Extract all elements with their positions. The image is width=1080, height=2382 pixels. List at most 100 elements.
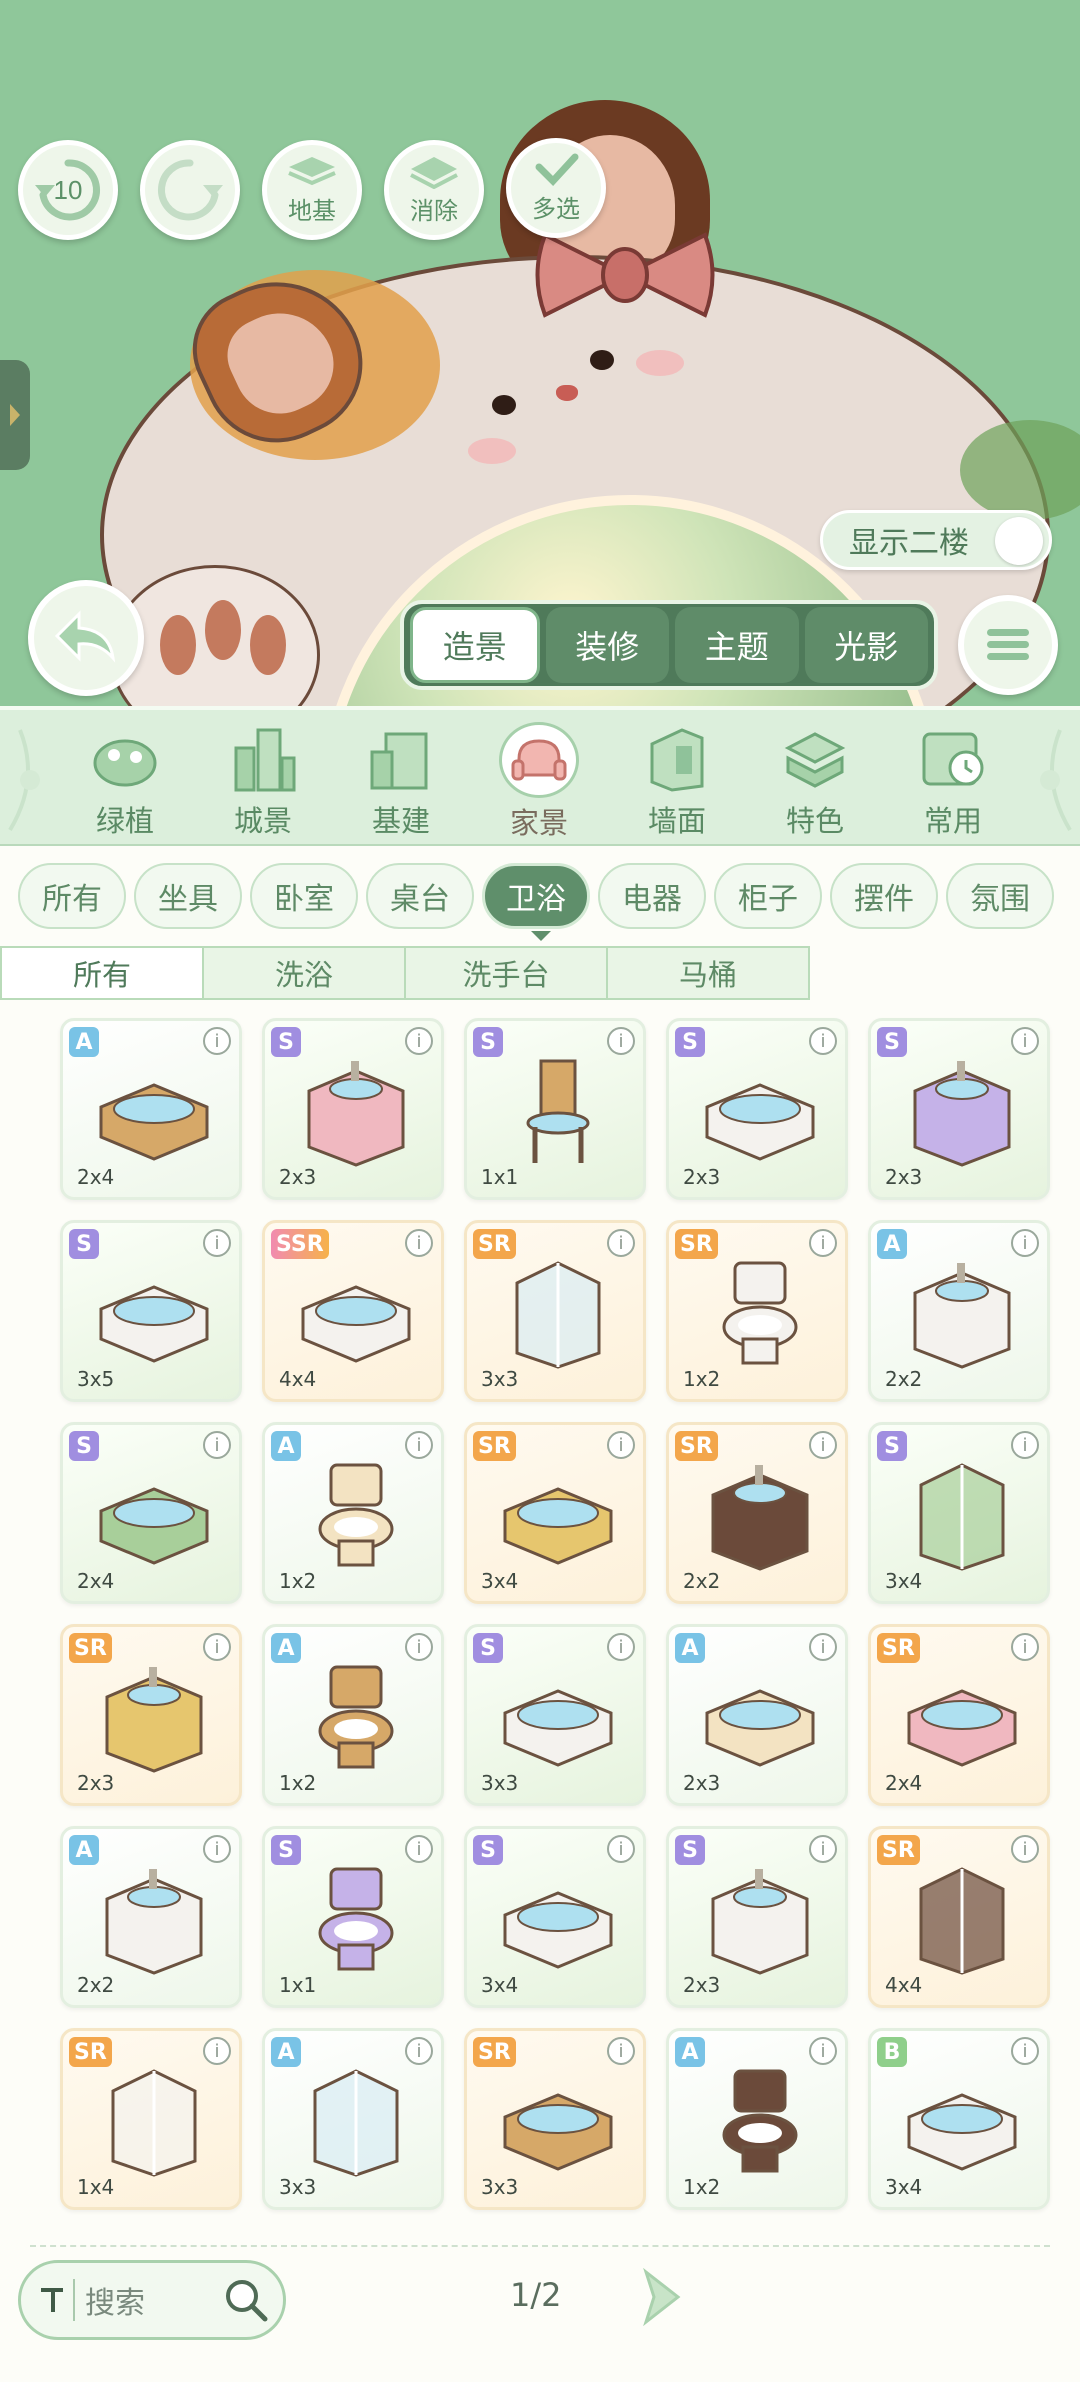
menu-button[interactable] — [958, 595, 1058, 695]
category-walls[interactable]: 墙面 — [622, 722, 732, 842]
mode-tab-theme[interactable]: 主题 — [675, 607, 799, 683]
filter-chip-bedroom[interactable]: 卧室 — [250, 863, 358, 929]
item-card[interactable]: Ai 2x2 — [868, 1220, 1050, 1402]
info-icon[interactable]: i — [1011, 1431, 1039, 1459]
search-input[interactable]: 搜索 — [85, 2278, 145, 2322]
mode-tab-decorate[interactable]: 装修 — [545, 607, 669, 683]
item-card[interactable]: Si 2x3 — [868, 1018, 1050, 1200]
back-button[interactable] — [28, 580, 144, 696]
filter-chip-bathroom[interactable]: 卫浴 — [482, 863, 590, 929]
item-card[interactable]: Si 1x1 — [262, 1826, 444, 2008]
item-card[interactable]: SSR i 4x4 — [262, 1220, 444, 1402]
search-icon[interactable] — [221, 2275, 271, 2325]
filter-chip-cabinets[interactable]: 柜子 — [714, 863, 822, 929]
info-icon[interactable]: i — [1011, 2037, 1039, 2065]
filter-chip-appliances[interactable]: 电器 — [598, 863, 706, 929]
info-icon[interactable]: i — [809, 2037, 837, 2065]
info-icon[interactable]: i — [405, 1633, 433, 1661]
info-icon[interactable]: i — [405, 1229, 433, 1257]
category-cityscape[interactable]: 城景 — [208, 722, 318, 842]
info-icon[interactable]: i — [203, 1835, 231, 1863]
item-card[interactable]: SR i 4x4 — [868, 1826, 1050, 2008]
info-icon[interactable]: i — [607, 1835, 635, 1863]
undo-button[interactable]: 10 — [18, 140, 118, 240]
info-icon[interactable]: i — [607, 2037, 635, 2065]
category-home[interactable]: 家景 — [484, 722, 594, 842]
item-card[interactable]: Ai 1x2 — [262, 1422, 444, 1604]
info-icon[interactable]: i — [607, 1027, 635, 1055]
category-plants[interactable]: 绿植 — [70, 722, 180, 842]
info-icon[interactable]: i — [809, 1027, 837, 1055]
item-card[interactable]: Si 3x5 — [60, 1220, 242, 1402]
info-icon[interactable]: i — [203, 1229, 231, 1257]
info-icon[interactable]: i — [405, 1027, 433, 1055]
item-card[interactable]: Si 3x4 — [868, 1422, 1050, 1604]
item-card[interactable]: Si 1x1 — [464, 1018, 646, 1200]
info-icon[interactable]: i — [809, 1229, 837, 1257]
info-icon[interactable]: i — [405, 2037, 433, 2065]
item-card[interactable]: Ai 1x2 — [666, 2028, 848, 2210]
info-icon[interactable]: i — [1011, 1229, 1039, 1257]
item-card[interactable]: Ai 1x2 — [262, 1624, 444, 1806]
item-card[interactable]: SR i 1x2 — [666, 1220, 848, 1402]
redo-button[interactable] — [140, 140, 240, 240]
category-common[interactable]: 常用 — [898, 722, 1008, 842]
filter-chip-ambience[interactable]: 氛围 — [946, 863, 1054, 929]
info-icon[interactable]: i — [405, 1431, 433, 1459]
mode-tab-scenery[interactable]: 造景 — [410, 607, 540, 683]
item-card[interactable]: Si 3x4 — [464, 1826, 646, 2008]
show-second-floor-toggle[interactable]: 显示二楼 — [820, 510, 1052, 570]
side-drawer-tab[interactable] — [0, 360, 30, 470]
item-card[interactable]: Si 3x3 — [464, 1624, 646, 1806]
item-card[interactable]: Ai 2x2 — [60, 1826, 242, 2008]
subtab-toilet[interactable]: 马桶 — [608, 948, 808, 998]
item-card[interactable]: Si 2x3 — [666, 1018, 848, 1200]
category-special[interactable]: 特色 — [760, 722, 870, 842]
info-icon[interactable]: i — [809, 1633, 837, 1661]
category-construction[interactable]: 基建 — [346, 722, 456, 842]
info-icon[interactable]: i — [203, 1431, 231, 1459]
foundation-button[interactable]: 地基 — [262, 140, 362, 240]
filter-chip-all[interactable]: 所有 — [18, 863, 126, 929]
next-page-icon[interactable] — [640, 2268, 684, 2326]
item-card[interactable]: SR i 3x3 — [464, 2028, 646, 2210]
info-icon[interactable]: i — [203, 2037, 231, 2065]
item-card[interactable]: Bi 3x4 — [868, 2028, 1050, 2210]
subtab-all[interactable]: 所有 — [2, 948, 204, 998]
info-icon[interactable]: i — [1011, 1835, 1039, 1863]
item-card[interactable]: Ai 2x3 — [666, 1624, 848, 1806]
subtab-bathing[interactable]: 洗浴 — [204, 948, 406, 998]
info-icon[interactable]: i — [809, 1431, 837, 1459]
info-icon[interactable]: i — [607, 1431, 635, 1459]
item-card[interactable]: Ai 3x3 — [262, 2028, 444, 2210]
item-card[interactable]: SR i 3x3 — [464, 1220, 646, 1402]
item-card[interactable]: Ai 2x4 — [60, 1018, 242, 1200]
info-icon[interactable]: i — [1011, 1633, 1039, 1661]
subtab-washbasin[interactable]: 洗手台 — [406, 948, 608, 998]
info-icon[interactable]: i — [607, 1633, 635, 1661]
filter-chip-tables[interactable]: 桌台 — [366, 863, 474, 929]
multiselect-button[interactable]: 多选 — [506, 138, 606, 238]
toggle-knob[interactable] — [995, 517, 1043, 565]
item-card[interactable]: Si 2x4 — [60, 1422, 242, 1604]
item-card[interactable]: SR i 2x2 — [666, 1422, 848, 1604]
info-icon[interactable]: i — [607, 1229, 635, 1257]
item-card[interactable]: SR i 3x4 — [464, 1422, 646, 1604]
info-icon[interactable]: i — [1011, 1027, 1039, 1055]
item-card[interactable]: SR i 2x3 — [60, 1624, 242, 1806]
item-card[interactable]: SR i 2x4 — [868, 1624, 1050, 1806]
filter-chip-ornaments[interactable]: 摆件 — [830, 863, 938, 929]
paw-toe — [160, 615, 196, 675]
info-icon[interactable]: i — [203, 1633, 231, 1661]
erase-button[interactable]: 消除 — [384, 140, 484, 240]
item-card[interactable]: SR i 1x4 — [60, 2028, 242, 2210]
item-card[interactable]: Si 2x3 — [666, 1826, 848, 2008]
home-scene[interactable]: 10 地基 消除 多选 显示二楼 造景 装修 主题 光影 — [0, 0, 1080, 706]
search-box[interactable]: 搜索 — [18, 2260, 286, 2340]
mode-tab-lighting[interactable]: 光影 — [804, 607, 928, 683]
info-icon[interactable]: i — [203, 1027, 231, 1055]
item-card[interactable]: Si 2x3 — [262, 1018, 444, 1200]
info-icon[interactable]: i — [809, 1835, 837, 1863]
info-icon[interactable]: i — [405, 1835, 433, 1863]
filter-chip-seating[interactable]: 坐具 — [134, 863, 242, 929]
